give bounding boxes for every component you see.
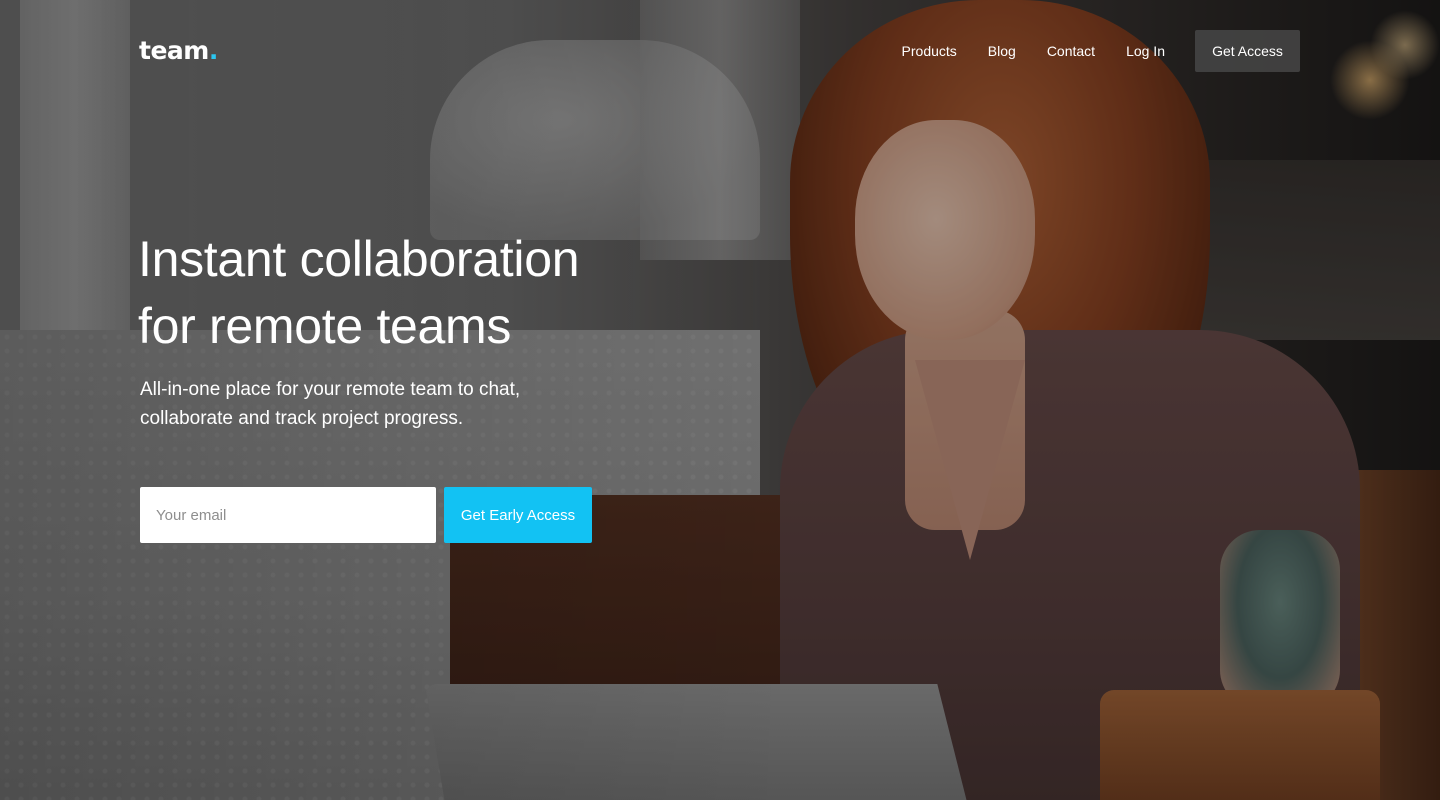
get-early-access-button[interactable]: Get Early Access: [444, 487, 592, 543]
email-input[interactable]: [140, 487, 436, 543]
hero-subtitle-line-2: collaborate and track project progress.: [140, 408, 464, 429]
nav-item-contact[interactable]: Contact: [1047, 43, 1095, 59]
hero-title-line-2: for remote teams: [138, 298, 512, 354]
signup-form: Get Early Access: [140, 487, 592, 543]
brand-logo[interactable]: team.: [139, 36, 218, 65]
get-access-button[interactable]: Get Access: [1195, 30, 1300, 72]
hero-title: Instant collaboration for remote teams: [138, 226, 698, 360]
brand-dot: .: [208, 36, 219, 65]
hero-subtitle-line-1: All-in-one place for your remote team to…: [140, 379, 521, 400]
nav-item-products[interactable]: Products: [902, 43, 957, 59]
nav-item-login[interactable]: Log In: [1126, 43, 1165, 59]
hero-subtitle: All-in-one place for your remote team to…: [140, 375, 580, 433]
top-nav: Products Blog Contact Log In Get Access: [902, 30, 1300, 72]
nav-item-blog[interactable]: Blog: [988, 43, 1016, 59]
hero-title-line-1: Instant collaboration: [138, 231, 580, 287]
brand-name: team: [139, 36, 209, 65]
